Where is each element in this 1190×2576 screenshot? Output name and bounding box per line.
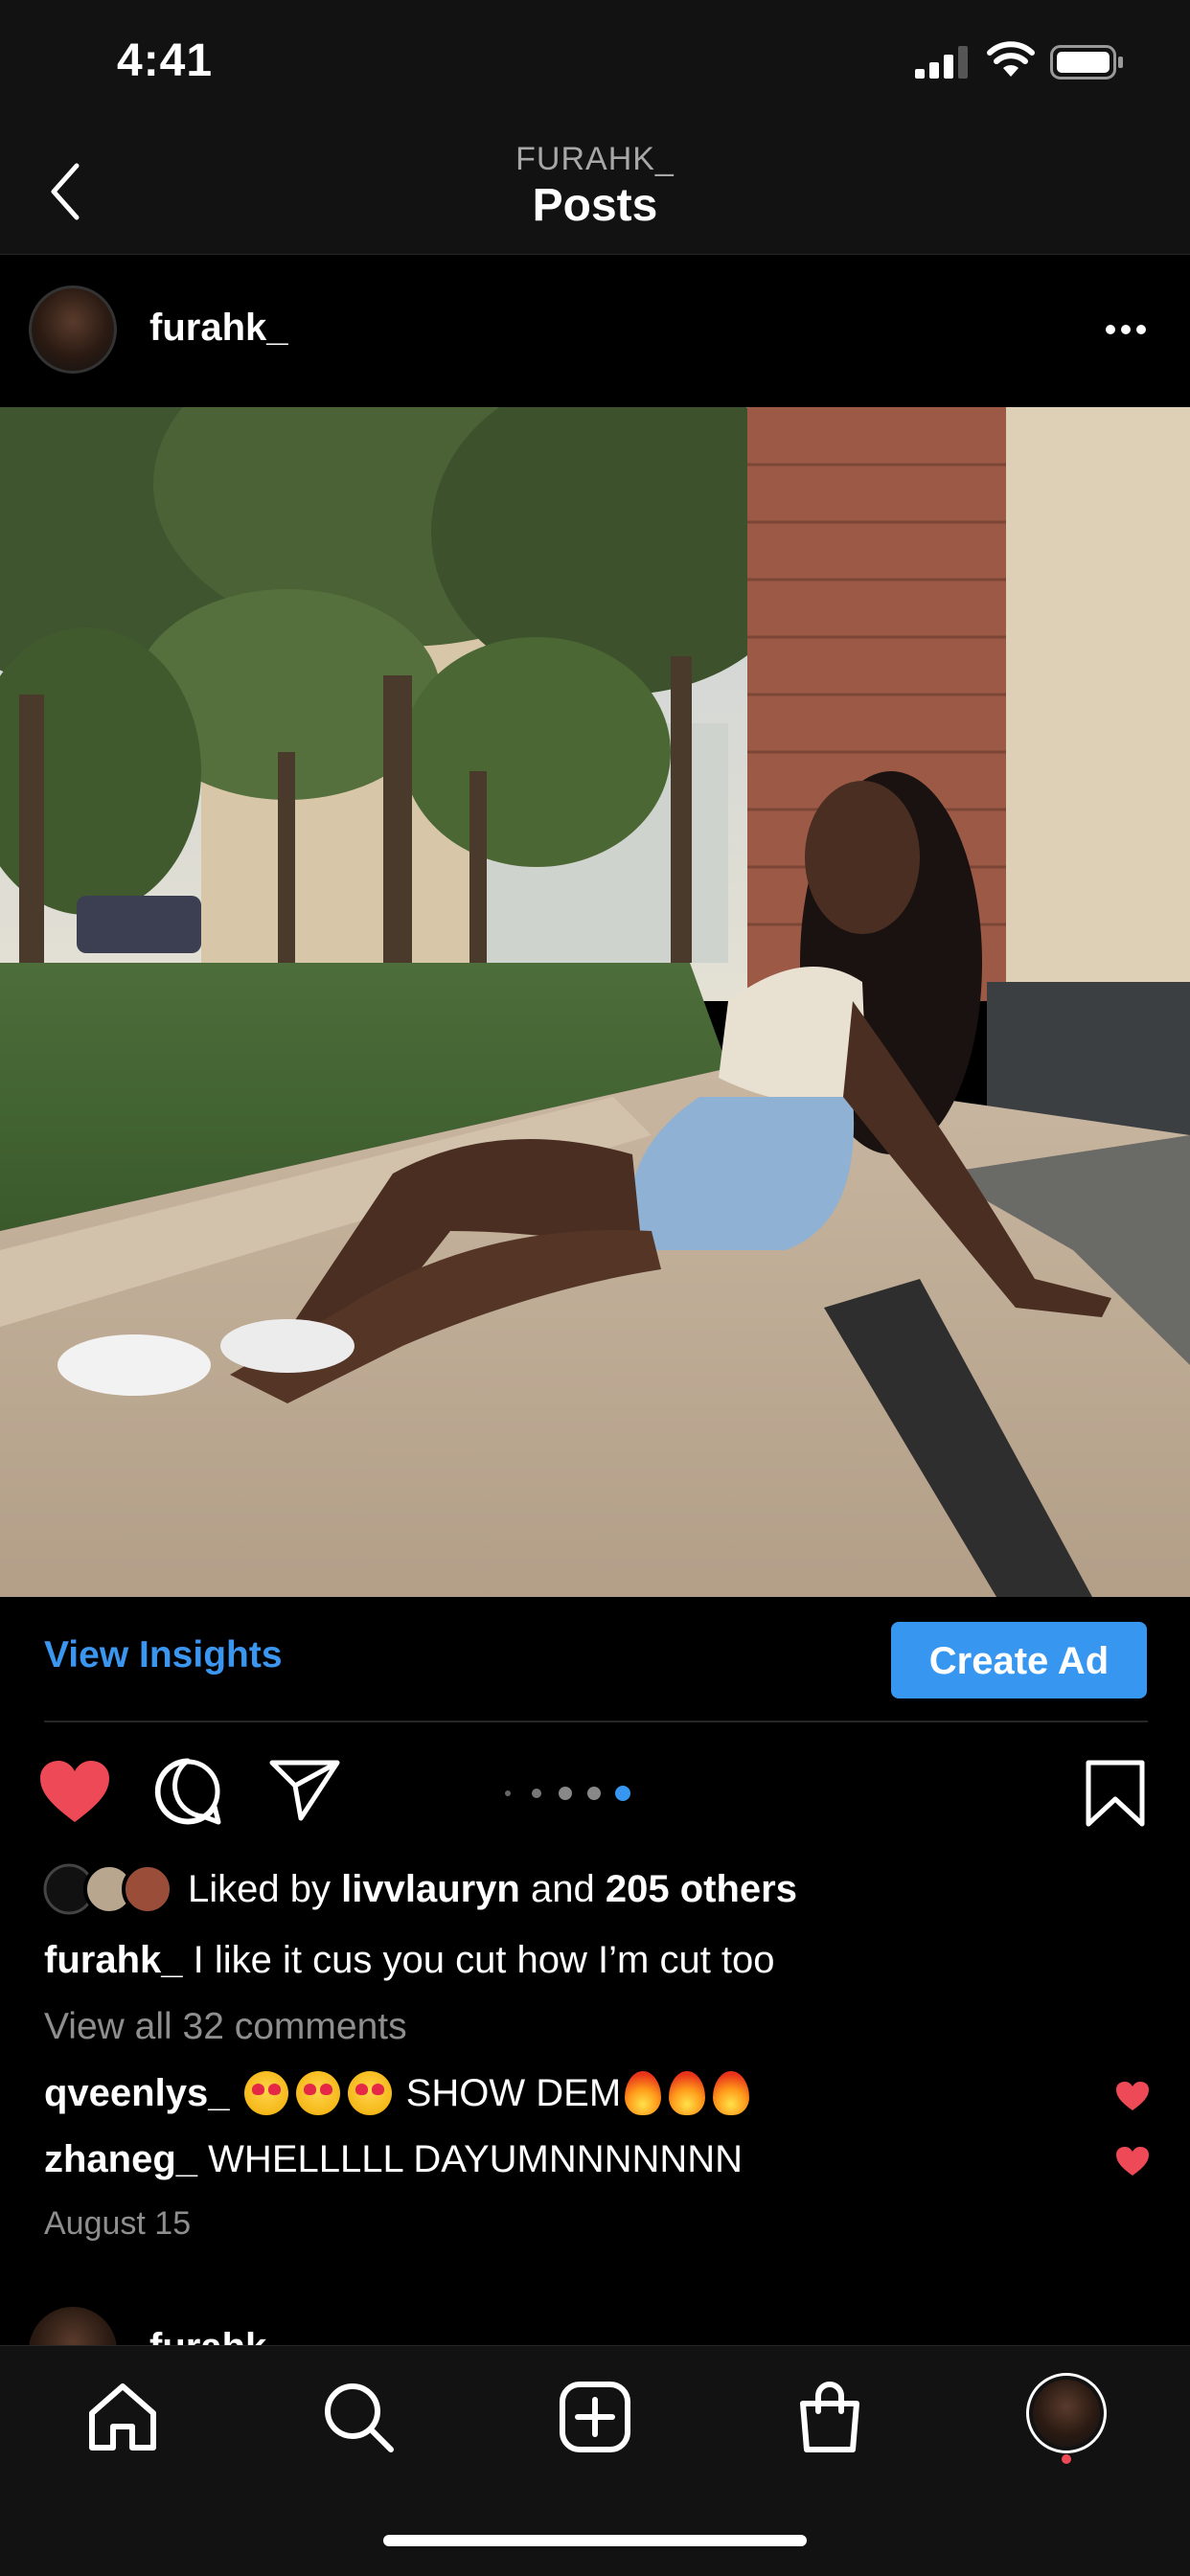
liked-by-text[interactable]: Liked by livvlauryn and 205 others	[188, 1868, 797, 1911]
notification-dot	[1062, 2454, 1071, 2464]
nav-subtitle: FURAHK_	[515, 141, 675, 177]
caption-username[interactable]: furahk_	[44, 1939, 183, 1981]
more-options-icon[interactable]	[1102, 312, 1150, 347]
comment-icon[interactable]	[153, 1757, 222, 1826]
comment-text: SHOW DEM	[405, 2072, 622, 2114]
comment-username[interactable]: zhaneg_	[44, 2138, 197, 2180]
liker-avatars[interactable]	[42, 1862, 176, 1916]
home-icon[interactable]	[84, 2379, 161, 2455]
carousel-indicator	[505, 1786, 630, 1801]
liked-by-conj: and	[531, 1868, 595, 1910]
caption-text: I like it cus you cut how I’m cut too	[193, 1939, 775, 1981]
new-post-icon[interactable]	[557, 2379, 633, 2455]
view-insights-link[interactable]: View Insights	[44, 1634, 283, 1676]
shop-icon[interactable]	[791, 2379, 868, 2455]
fire-emoji-icon	[713, 2071, 750, 2115]
heart-eyes-emoji-icon	[295, 2071, 340, 2115]
status-bar: 4:41	[0, 0, 1190, 129]
page-title: Posts	[532, 180, 658, 231]
post-date: August 15	[44, 2205, 192, 2242]
nav-header: FURAHK_ Posts	[0, 129, 1190, 255]
comment-row: zhaneg_ WHELLLLL DAYUMNNNNNNN	[44, 2138, 1098, 2181]
battery-icon	[1050, 45, 1123, 80]
comment-text: WHELLLLL DAYUMNNNNNNN	[208, 2138, 744, 2180]
profile-tab[interactable]	[1026, 2373, 1107, 2453]
status-time: 4:41	[117, 35, 214, 86]
comment-row: qveenlys_ SHOW DEM	[44, 2071, 1098, 2115]
create-ad-button[interactable]: Create Ad	[891, 1622, 1147, 1698]
comment-like-heart-icon[interactable]	[1115, 2146, 1150, 2177]
divider	[44, 1721, 1148, 1722]
heart-eyes-emoji-icon	[347, 2071, 392, 2115]
post-photo-illustration	[0, 407, 1190, 1597]
comment-like-heart-icon[interactable]	[1115, 2081, 1150, 2111]
post-author-avatar[interactable]	[29, 285, 117, 374]
post-author-username[interactable]: furahk_	[149, 307, 288, 350]
home-indicator[interactable]	[383, 2535, 807, 2546]
post-photo[interactable]	[0, 407, 1190, 1597]
fire-emoji-icon	[625, 2071, 662, 2115]
liked-by-prefix: Liked by	[188, 1868, 331, 1910]
wifi-icon	[987, 41, 1035, 77]
like-heart-icon[interactable]	[38, 1759, 111, 1824]
heart-eyes-emoji-icon	[243, 2071, 288, 2115]
profile-avatar	[1033, 2380, 1100, 2447]
fire-emoji-icon	[669, 2071, 706, 2115]
search-icon[interactable]	[320, 2379, 397, 2455]
cellular-signal-icon	[915, 46, 968, 79]
save-bookmark-icon[interactable]	[1085, 1759, 1146, 1828]
liked-by-user[interactable]: livvlauryn	[341, 1868, 520, 1910]
share-paper-plane-icon[interactable]	[268, 1759, 341, 1822]
post-caption: furahk_ I like it cus you cut how I’m cu…	[44, 1939, 1146, 1982]
comment-username[interactable]: qveenlys_	[44, 2072, 229, 2114]
view-all-comments-link[interactable]: View all 32 comments	[44, 2006, 407, 2048]
liked-by-others[interactable]: 205 others	[606, 1868, 797, 1910]
